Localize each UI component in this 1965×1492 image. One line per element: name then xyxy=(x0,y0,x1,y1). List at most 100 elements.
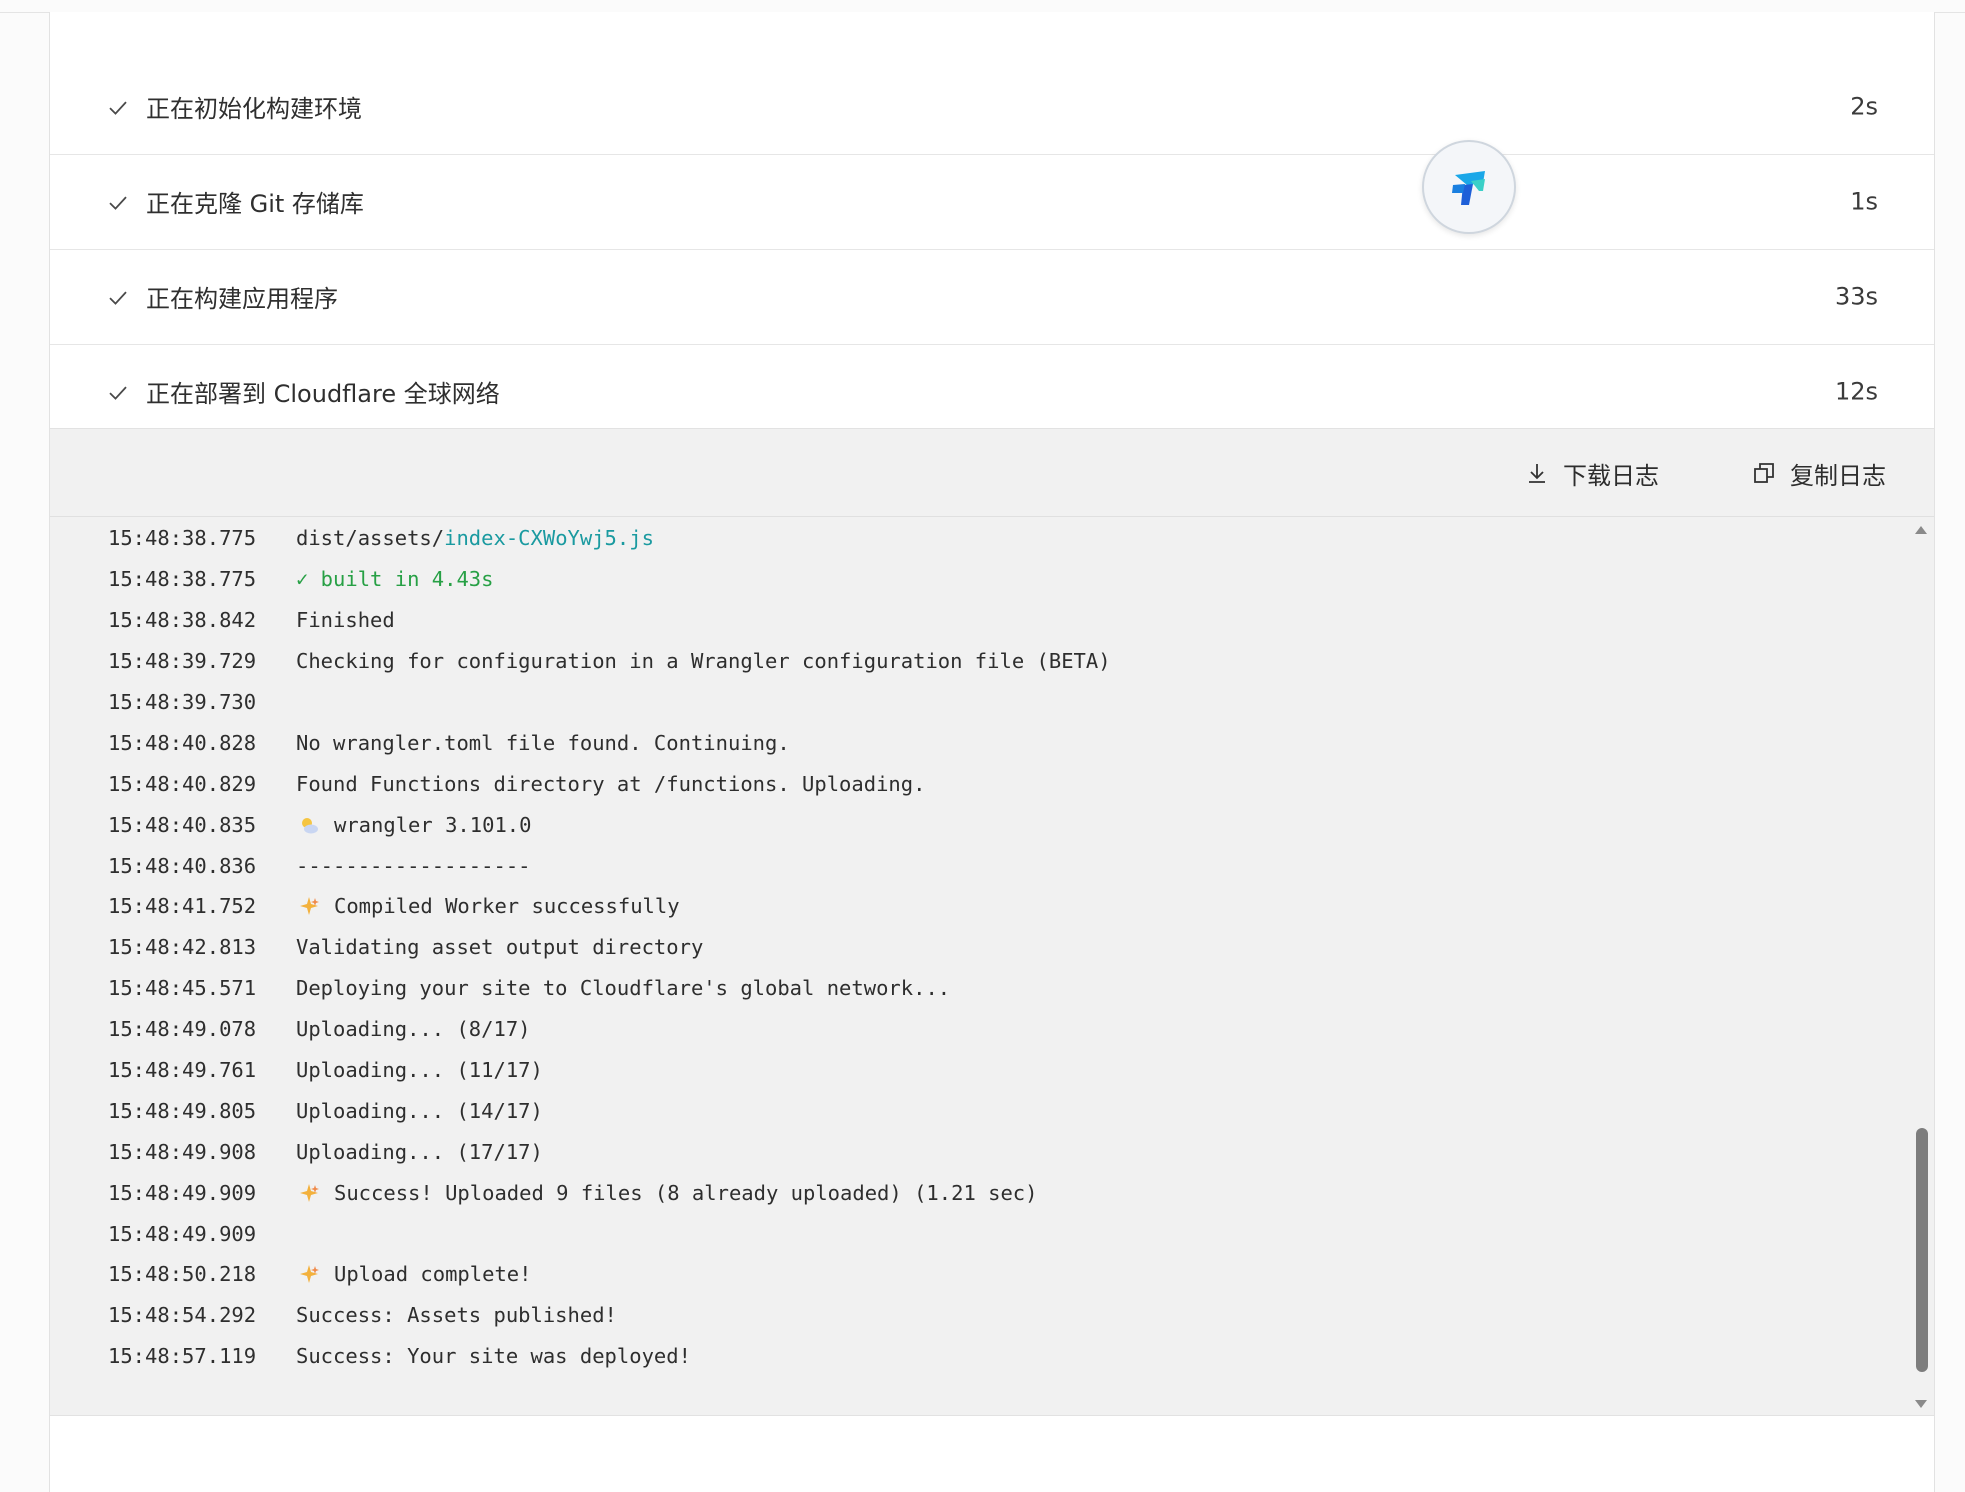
log-text: Success: Your site was deployed! xyxy=(296,1344,691,1369)
build-step[interactable]: 正在部署到 Cloudflare 全球网络 12s xyxy=(50,345,1934,440)
log-line: 15:48:49.078 Uploading... (8/17) xyxy=(50,1009,1910,1050)
log-timestamp: 15:48:49.078 xyxy=(108,1017,257,1042)
build-step[interactable]: 正在构建应用程序 33s xyxy=(50,250,1934,345)
check-icon xyxy=(107,382,129,404)
scrollbar-thumb[interactable] xyxy=(1916,1128,1928,1372)
log-timestamp: 15:48:40.829 xyxy=(108,771,257,796)
scroll-up-arrow-icon[interactable] xyxy=(1914,524,1928,536)
log-line: 15:48:49.909 xyxy=(50,1213,1910,1254)
download-log-label: 下载日志 xyxy=(1563,461,1659,490)
log-timestamp: 15:48:40.828 xyxy=(108,730,257,755)
log-line: 15:48:45.571 Deploying your site to Cloud… xyxy=(50,968,1910,1009)
log-timestamp: 15:48:49.909 xyxy=(108,1221,257,1246)
log-highlight: index-CXWoYwj5.js xyxy=(444,526,654,551)
log-line: 15:48:49.909 Success! Uploaded 9 files (8… xyxy=(50,1172,1910,1213)
build-log-panel: 下载日志 复制日志 15:48:38.775 dist/assets/index-… xyxy=(50,428,1934,1416)
build-step-duration: 1s xyxy=(1850,187,1878,216)
log-timestamp: 15:48:49.908 xyxy=(108,1139,257,1164)
log-text: Found Functions directory at /functions.… xyxy=(296,771,926,796)
log-line: 15:48:57.119 Success: Your site was deplo… xyxy=(50,1336,1910,1377)
log-line: 15:48:38.775 dist/assets/index-CXWoYwj5.j… xyxy=(50,518,1910,559)
build-step-duration: 2s xyxy=(1850,92,1878,121)
log-line: 15:48:41.752 Compiled Worker successfully xyxy=(50,886,1910,927)
log-line: 15:48:50.218 Upload complete! xyxy=(50,1254,1910,1295)
build-step[interactable]: 正在克隆 Git 存储库 1s xyxy=(50,155,1934,250)
log-message: Checking for configuration in a Wrangler… xyxy=(296,649,1111,673)
log-timestamp: 15:48:40.836 xyxy=(108,853,257,878)
log-timestamp: 15:48:40.835 xyxy=(108,812,257,837)
log-timestamp: 15:48:39.729 xyxy=(108,649,257,674)
log-message: Validating asset output directory xyxy=(296,935,703,959)
download-log-button[interactable]: 下载日志 xyxy=(1525,453,1659,493)
log-text: Deploying your site to Cloudflare's glob… xyxy=(296,976,951,1001)
log-message: Uploading... (8/17) xyxy=(296,1017,531,1041)
log-text: Success! Uploaded 9 files (8 already upl… xyxy=(334,1180,1038,1205)
log-timestamp: 15:48:38.775 xyxy=(108,526,257,551)
log-text: Uploading... (14/17) xyxy=(296,1098,543,1123)
log-timestamp: 15:48:57.119 xyxy=(108,1344,257,1369)
log-text: Uploading... (17/17) xyxy=(296,1139,543,1164)
log-message: ------------------- xyxy=(296,854,531,878)
log-timestamp: 15:48:54.292 xyxy=(108,1303,257,1328)
log-message: Compiled Worker successfully xyxy=(296,894,680,918)
log-text: Uploading... (11/17) xyxy=(296,1058,543,1083)
log-line: 15:48:39.729 Checking for configuration i… xyxy=(50,641,1910,682)
log-timestamp: 15:48:49.761 xyxy=(108,1058,257,1083)
log-line: 15:48:38.842 Finished xyxy=(50,600,1910,641)
log-lines[interactable]: 15:48:38.775 dist/assets/index-CXWoYwj5.j… xyxy=(50,518,1910,1416)
log-message: Finished xyxy=(296,608,395,632)
log-text: Uploading... (8/17) xyxy=(296,1017,531,1042)
log-message: Uploading... (11/17) xyxy=(296,1058,543,1082)
log-line: 15:48:42.813 Validating asset output dire… xyxy=(50,927,1910,968)
log-text: Success: Assets published! xyxy=(296,1303,617,1328)
sparkles-icon xyxy=(298,1263,320,1285)
log-text: Validating asset output directory xyxy=(296,935,704,960)
check-icon xyxy=(107,287,129,309)
floating-app-badge[interactable] xyxy=(1422,140,1516,234)
build-step-duration: 12s xyxy=(1834,377,1878,406)
scroll-down-arrow-icon[interactable] xyxy=(1914,1398,1928,1410)
log-text: Checking for configuration in a Wrangler… xyxy=(296,649,1111,674)
log-line: 15:48:49.761 Uploading... (11/17) xyxy=(50,1050,1910,1091)
copy-log-button[interactable]: 复制日志 xyxy=(1752,453,1886,493)
build-step-label: 正在构建应用程序 xyxy=(146,284,338,313)
log-line: 15:48:40.835 wrangler 3.101.0 xyxy=(50,804,1910,845)
log-timestamp: 15:48:50.218 xyxy=(108,1262,257,1287)
log-message: Success: Your site was deployed! xyxy=(296,1344,691,1368)
log-message: dist/assets/index-CXWoYwj5.js xyxy=(296,526,654,550)
log-timestamp: 15:48:41.752 xyxy=(108,894,257,919)
log-text: wrangler 3.101.0 xyxy=(334,812,532,837)
build-step-label: 正在克隆 Git 存储库 xyxy=(146,189,364,218)
log-line: 15:48:49.805 Uploading... (14/17) xyxy=(50,1090,1910,1131)
log-timestamp: 15:48:49.805 xyxy=(108,1098,257,1123)
log-timestamp: 15:48:49.909 xyxy=(108,1180,257,1205)
log-text: Finished xyxy=(296,608,395,633)
build-steps-list: 正在初始化构建环境 2s 正在克隆 Git 存储库 1s 正在构建应用程序 33… xyxy=(50,60,1934,440)
download-icon xyxy=(1525,461,1549,485)
log-timestamp: 15:48:39.730 xyxy=(108,690,257,714)
check-icon xyxy=(107,192,129,214)
build-step-label: 正在部署到 Cloudflare 全球网络 xyxy=(146,379,500,408)
copy-log-label: 复制日志 xyxy=(1790,461,1886,490)
log-timestamp: 15:48:38.775 xyxy=(108,567,257,592)
log-text: No wrangler.toml file found. Continuing. xyxy=(296,730,790,755)
build-step-duration: 33s xyxy=(1834,282,1878,311)
log-line: 15:48:38.775 ✓ built in 4.43s xyxy=(50,559,1910,600)
log-line: 15:48:40.836 ------------------- xyxy=(50,845,1910,886)
sparkles-icon xyxy=(298,895,320,917)
log-line: 15:48:40.829 Found Functions directory at… xyxy=(50,763,1910,804)
log-scrollbar[interactable] xyxy=(1908,518,1934,1416)
sparkles-icon xyxy=(298,1182,320,1204)
build-step[interactable]: 正在初始化构建环境 2s xyxy=(50,60,1934,155)
log-line: 15:48:40.828 No wrangler.toml file found.… xyxy=(50,722,1910,763)
log-timestamp: 15:48:38.842 xyxy=(108,608,257,633)
log-message: Found Functions directory at /functions.… xyxy=(296,772,925,796)
log-text: Compiled Worker successfully xyxy=(334,894,680,919)
log-text: ------------------- xyxy=(296,853,531,878)
log-message: Success! Uploaded 9 files (8 already upl… xyxy=(296,1181,1038,1205)
log-message: Uploading... (17/17) xyxy=(296,1140,543,1164)
log-timestamp: 15:48:42.813 xyxy=(108,935,257,960)
log-highlight: ✓ built in 4.43s xyxy=(296,567,494,592)
log-message: ✓ built in 4.43s xyxy=(296,567,493,591)
log-line: 15:48:49.908 Uploading... (17/17) xyxy=(50,1131,1910,1172)
